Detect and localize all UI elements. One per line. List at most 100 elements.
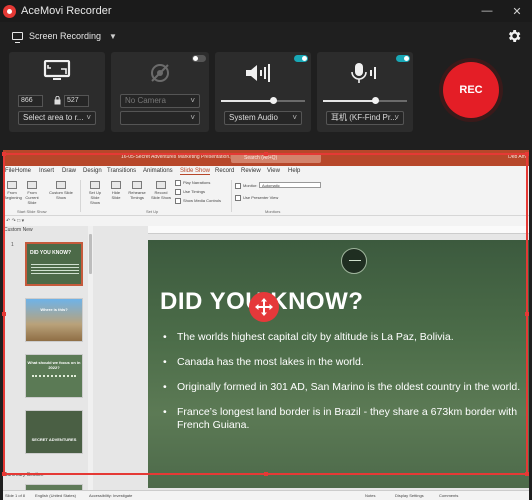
ppt-quick-access-toolbar: ↶ ↷ □ ▾ <box>3 216 529 226</box>
system-audio-dropdown[interactable]: System Audio ˅ <box>224 111 302 125</box>
area-select-dropdown[interactable]: Select area to r... ˅ <box>18 111 96 125</box>
rehearse-icon <box>132 181 142 189</box>
width-input[interactable]: 866 <box>18 95 43 107</box>
thumb-title: Where is this? <box>40 307 68 312</box>
camera-select-value: No Camera <box>125 96 166 105</box>
ppt-tab-view[interactable]: View <box>267 168 280 174</box>
ppt-rehearse-label: Rehearse Timings <box>128 190 146 200</box>
mode-selector[interactable]: Screen Recording ▼ <box>0 24 532 48</box>
system-audio-volume-knob[interactable] <box>270 97 277 104</box>
ppt-record-show-label: Record Slide Show <box>150 190 171 200</box>
ppt-from-beginning-button[interactable]: From Beginning <box>4 181 22 200</box>
microphone-panel: 耳机 (KF-Find Pr... ˅ <box>317 52 413 132</box>
camera-select-dropdown[interactable]: No Camera ˅ <box>120 94 200 108</box>
ppt-ruler <box>148 226 529 234</box>
ppt-setup-button[interactable]: Set Up Slide Show <box>86 181 104 205</box>
ppt-comments-button[interactable]: Comments <box>439 493 458 498</box>
ppt-tab-slide-show[interactable]: Slide Show <box>180 168 211 175</box>
slide-bullet: Originally formed in 301 AD, San Marino … <box>162 381 522 394</box>
ppt-slide-thumbnail[interactable]: SECRET ADVENTURES <box>25 410 83 454</box>
system-audio-value: System Audio <box>229 113 278 122</box>
ppt-tab-transitions[interactable]: Transitions <box>107 168 136 174</box>
ppt-tab-file[interactable]: File <box>5 168 15 174</box>
ppt-current-slide[interactable]: DID YOU KNOW? The worlds highest capital… <box>148 240 529 488</box>
title-bar: AceMovi Recorder — ✕ <box>0 0 532 22</box>
thumb-number: 1 <box>11 242 14 248</box>
record-icon <box>156 181 166 189</box>
ppt-title-bar: 16-05-Secret Adventures Marketing Presen… <box>3 150 529 166</box>
ppt-play-narrations-checkbox[interactable]: Play Narrations <box>175 180 210 186</box>
ppt-ribbon: From Beginning From Current Slide Custom… <box>3 178 529 216</box>
ppt-slide-thumbnail[interactable]: Where is this? <box>25 298 83 342</box>
slideshow-icon <box>27 181 37 189</box>
ppt-rehearse-button[interactable]: Rehearse Timings <box>127 181 147 200</box>
microphone-icon <box>351 63 376 83</box>
ppt-user-name: Deb Ami <box>508 154 527 160</box>
speaker-icon <box>246 64 270 82</box>
setup-icon <box>90 181 100 189</box>
microphone-volume-knob[interactable] <box>372 97 379 104</box>
area-select-value: Select area to r... <box>23 113 84 122</box>
ppt-record-show-button[interactable]: Record Slide Show <box>150 181 172 200</box>
ppt-tab-design[interactable]: Design <box>83 168 102 174</box>
ppt-notes-button[interactable]: Notes <box>365 493 375 498</box>
ppt-language[interactable]: English (United States) <box>35 493 76 498</box>
ppt-tab-draw[interactable]: Draw <box>62 168 76 174</box>
system-audio-volume-fill <box>221 100 273 102</box>
slide-bullet-list: The worlds highest capital city by altit… <box>162 331 522 444</box>
height-input[interactable]: 527 <box>64 95 89 107</box>
ppt-section-label[interactable]: Summary Section <box>4 472 43 478</box>
scrollbar-thumb[interactable] <box>89 234 92 274</box>
ppt-presenter-view-checkbox[interactable]: Use Presenter View <box>235 195 278 201</box>
close-icon[interactable]: ✕ <box>502 0 532 22</box>
ppt-start-group-label: Start Slide Show <box>17 209 47 214</box>
slide-logo <box>341 248 367 274</box>
ppt-hide-slide-button[interactable]: Hide Slide <box>109 181 123 200</box>
microphone-volume-slider[interactable] <box>323 97 407 104</box>
system-audio-toggle[interactable] <box>294 55 308 62</box>
microphone-toggle[interactable] <box>396 55 410 62</box>
custom-show-icon <box>56 181 66 189</box>
ppt-slide-thumbnail[interactable]: DID YOU KNOW? <box>25 242 83 286</box>
ppt-tab-animations[interactable]: Animations <box>143 168 173 174</box>
ppt-accessibility[interactable]: Accessibility: Investigate <box>89 493 132 498</box>
system-audio-panel: System Audio ˅ <box>215 52 311 132</box>
microphone-value: 耳机 (KF-Find Pr... <box>331 113 397 122</box>
rec-button[interactable]: REC <box>443 62 499 118</box>
ppt-from-current-button[interactable]: From Current Slide <box>21 181 43 205</box>
ppt-tab-record[interactable]: Record <box>215 168 234 174</box>
thumb-title: SECRET ADVENTURES <box>31 437 77 442</box>
ppt-monitor-label: Monitor: <box>235 183 257 189</box>
ppt-slide-thumbnail[interactable]: What should we focus on in 2022? <box>25 354 83 398</box>
ppt-display-settings-button[interactable]: Display Settings <box>395 493 424 498</box>
ppt-show-media-checkbox[interactable]: Show Media Controls <box>175 198 221 204</box>
microphone-dropdown[interactable]: 耳机 (KF-Find Pr... ˅ <box>326 111 404 125</box>
camera-option-dropdown[interactable]: ˅ <box>120 111 200 125</box>
chevron-down-icon: ˅ <box>394 113 399 122</box>
ppt-section-label[interactable]: Custom New <box>4 227 33 233</box>
slide-bullet: The worlds highest capital city by altit… <box>162 331 522 344</box>
screen-icon <box>43 60 71 80</box>
move-selection-handle[interactable] <box>249 292 279 322</box>
ppt-monitors-group-label: Monitors <box>265 209 281 214</box>
lock-icon[interactable] <box>54 96 61 105</box>
ppt-tab-home[interactable]: Home <box>15 168 31 174</box>
camera-toggle[interactable] <box>192 55 206 62</box>
microphone-volume-fill <box>323 100 375 102</box>
ppt-custom-show-button[interactable]: Custom Slide Show <box>46 181 76 200</box>
ppt-tab-help[interactable]: Help <box>288 168 300 174</box>
ppt-tab-insert[interactable]: Insert <box>39 168 54 174</box>
chevron-down-icon: ˅ <box>190 113 195 122</box>
ppt-search-box[interactable]: Search (Alt+Q) <box>231 153 321 163</box>
move-arrows-icon <box>255 298 273 316</box>
slide-bullet: Canada has the most lakes in the world. <box>162 356 522 369</box>
gear-icon[interactable] <box>506 28 522 44</box>
thumb-graphic <box>32 375 76 389</box>
ppt-tab-review[interactable]: Review <box>241 168 261 174</box>
thumb-title: DID YOU KNOW? <box>30 250 72 256</box>
ppt-use-timings-checkbox[interactable]: Use Timings <box>175 189 205 195</box>
minimize-icon[interactable]: — <box>472 0 502 22</box>
ppt-monitor-dropdown[interactable]: Automatic <box>259 182 321 188</box>
system-audio-volume-slider[interactable] <box>221 97 305 104</box>
camera-off-icon <box>151 64 169 82</box>
